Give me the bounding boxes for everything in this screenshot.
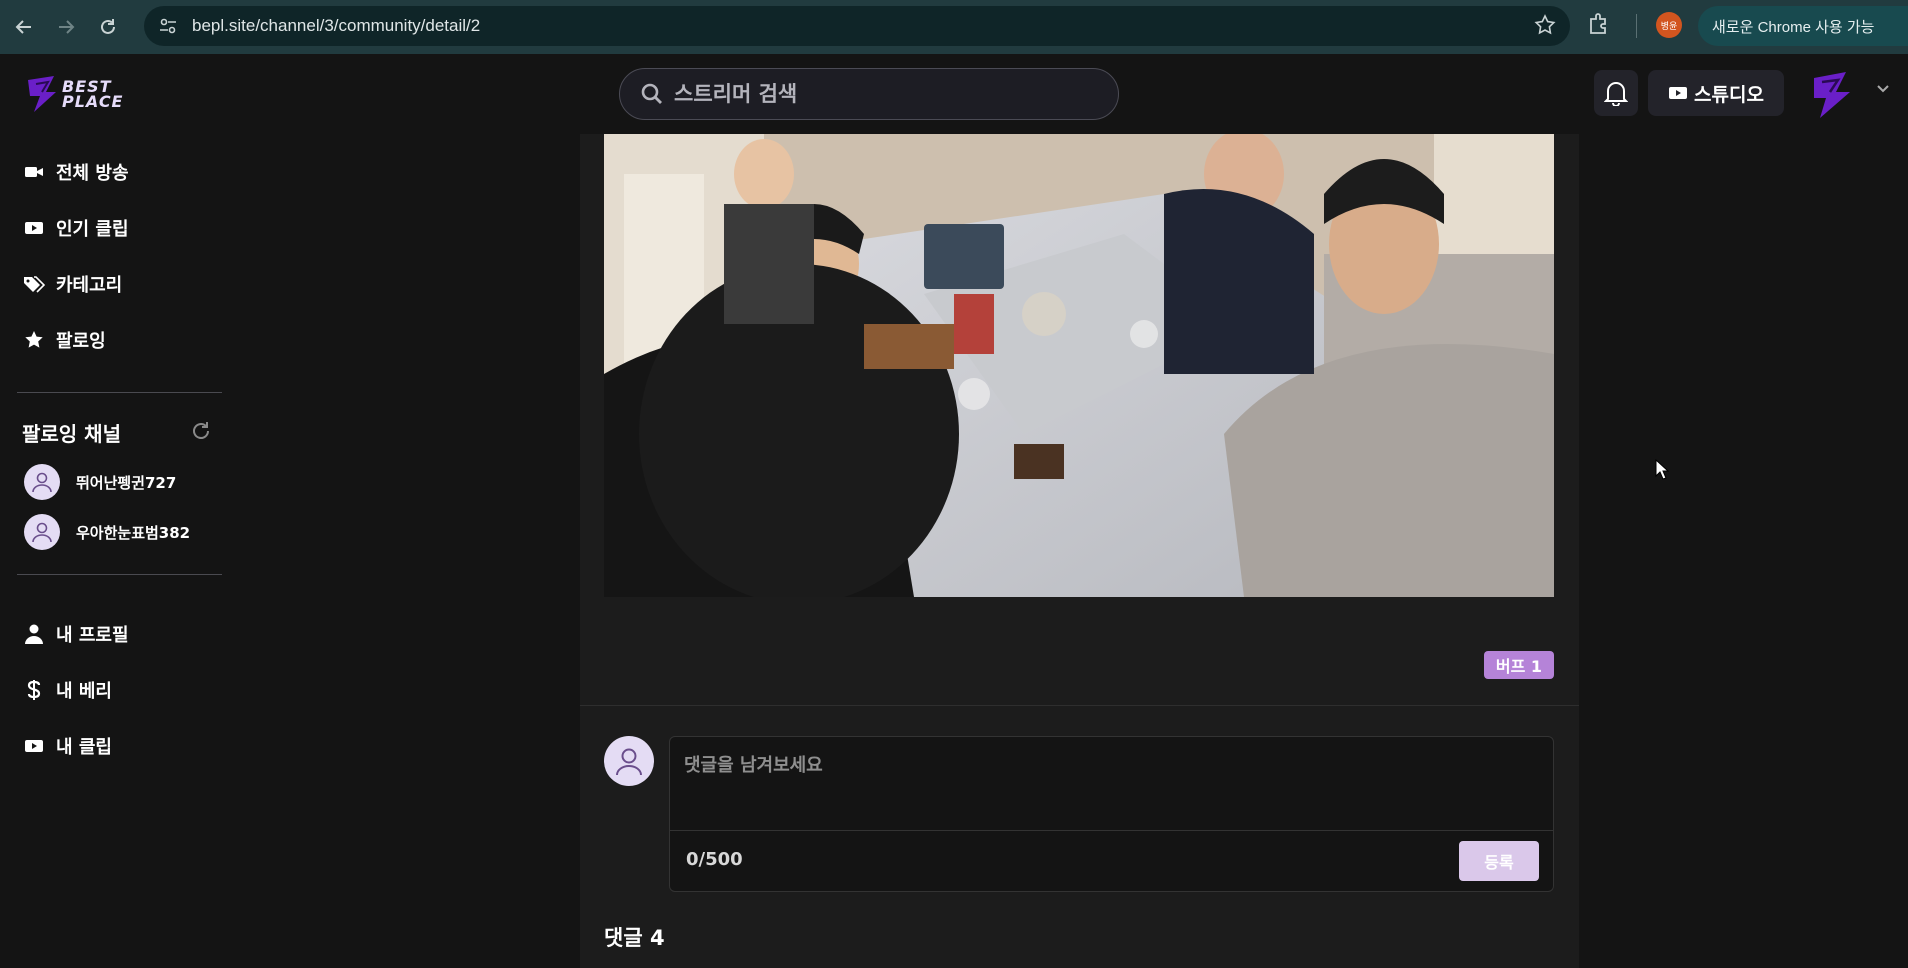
sidebar-item-all-broadcasts[interactable]: 전체 방송 bbox=[22, 154, 129, 190]
sidebar-item-my-berry[interactable]: 내 베리 bbox=[22, 672, 112, 708]
chrome-update-button[interactable]: 새로운 Chrome 사용 가능 bbox=[1698, 6, 1908, 46]
comment-input[interactable] bbox=[684, 751, 1534, 811]
sidebar-item-my-clips[interactable]: 내 클립 bbox=[22, 728, 112, 764]
sidebar-item-popular-clips[interactable]: 인기 클립 bbox=[22, 210, 129, 246]
avatar bbox=[604, 736, 654, 786]
sidebar-item-my-profile[interactable]: 내 프로필 bbox=[22, 616, 129, 652]
notifications-button[interactable] bbox=[1594, 70, 1638, 116]
avatar bbox=[24, 464, 60, 500]
clip-icon bbox=[22, 734, 46, 758]
content-divider bbox=[580, 705, 1579, 706]
site-settings-icon[interactable] bbox=[156, 14, 180, 38]
sidebar-divider bbox=[17, 392, 222, 393]
studio-button[interactable]: 스튜디오 bbox=[1648, 70, 1784, 116]
following-channels-title: 팔로잉 채널 bbox=[22, 422, 121, 446]
sidebar-item-categories[interactable]: 카테고리 bbox=[22, 266, 122, 302]
following-channel-item[interactable]: 뛰어난펭귄727 bbox=[24, 464, 176, 500]
comments-heading: 댓글 4 bbox=[604, 926, 665, 950]
dollar-icon bbox=[22, 678, 46, 702]
mouse-cursor-icon bbox=[1655, 459, 1669, 480]
logo-line-2: PLACE bbox=[62, 92, 124, 111]
buff-badge[interactable]: 버프 1 bbox=[1484, 651, 1554, 679]
logo-mark-icon bbox=[28, 76, 56, 112]
video-camera-icon bbox=[22, 160, 46, 184]
bookmark-star-icon[interactable] bbox=[1534, 14, 1556, 40]
search-icon bbox=[641, 83, 662, 104]
post-photo bbox=[604, 134, 1554, 597]
sidebar-item-label: 카테고리 bbox=[56, 275, 123, 296]
comment-form: 0/500 등록 bbox=[669, 736, 1554, 892]
browser-profile-avatar[interactable]: 병윤 bbox=[1656, 12, 1682, 38]
following-channel-name: 뛰어난펭귄727 bbox=[76, 473, 177, 492]
bell-icon bbox=[1604, 82, 1628, 106]
sidebar-item-label: 내 클립 bbox=[56, 737, 112, 758]
browser-toolbar: bepl.site/channel/3/community/detail/2 병… bbox=[0, 0, 1908, 54]
clip-icon bbox=[22, 216, 46, 240]
post-detail: 버프 1 0/500 등록 댓글 4 bbox=[580, 134, 1579, 968]
sidebar-item-label: 내 프로필 bbox=[56, 625, 129, 646]
address-bar[interactable]: bepl.site/channel/3/community/detail/2 bbox=[144, 6, 1570, 46]
sidebar-item-label: 팔로잉 bbox=[56, 331, 106, 352]
user-icon bbox=[22, 622, 46, 646]
bestplace-logo[interactable]: BEST PLACE bbox=[24, 72, 144, 116]
chevron-down-icon[interactable] bbox=[1876, 84, 1890, 94]
logo-text: BEST PLACE bbox=[62, 79, 124, 111]
search-input[interactable] bbox=[674, 82, 1074, 106]
sidebar-item-label: 내 베리 bbox=[56, 681, 112, 702]
sidebar-item-following[interactable]: 팔로잉 bbox=[22, 322, 106, 358]
app-header: BEST PLACE 스튜디오 bbox=[0, 54, 1908, 134]
comment-form-divider bbox=[670, 830, 1553, 831]
reload-icon[interactable] bbox=[90, 9, 126, 45]
star-icon bbox=[22, 328, 46, 352]
video-camera-icon bbox=[1669, 87, 1688, 99]
tags-icon bbox=[22, 272, 46, 296]
studio-label: 스튜디오 bbox=[1694, 83, 1764, 106]
character-counter: 0/500 bbox=[686, 849, 743, 870]
toolbar-divider bbox=[1636, 14, 1637, 38]
submit-comment-button[interactable]: 등록 bbox=[1459, 841, 1539, 881]
sidebar: 전체 방송 인기 클립 카테고리 팔로잉 팔로잉 채널 뛰어난펭귄727 우아한… bbox=[0, 134, 240, 968]
extensions-icon[interactable] bbox=[1586, 11, 1612, 41]
following-channel-item[interactable]: 우아한눈표범382 bbox=[24, 514, 190, 550]
refresh-icon[interactable] bbox=[190, 420, 212, 442]
url-text[interactable]: bepl.site/channel/3/community/detail/2 bbox=[192, 16, 480, 36]
sidebar-item-label: 인기 클립 bbox=[56, 219, 129, 240]
forward-icon[interactable] bbox=[48, 9, 84, 45]
user-avatar[interactable] bbox=[1806, 68, 1856, 120]
sidebar-item-label: 전체 방송 bbox=[56, 163, 129, 184]
sidebar-divider bbox=[17, 574, 222, 575]
avatar bbox=[24, 514, 60, 550]
search-bar[interactable] bbox=[619, 68, 1119, 120]
following-channel-name: 우아한눈표범382 bbox=[76, 523, 191, 542]
back-icon[interactable] bbox=[6, 9, 42, 45]
